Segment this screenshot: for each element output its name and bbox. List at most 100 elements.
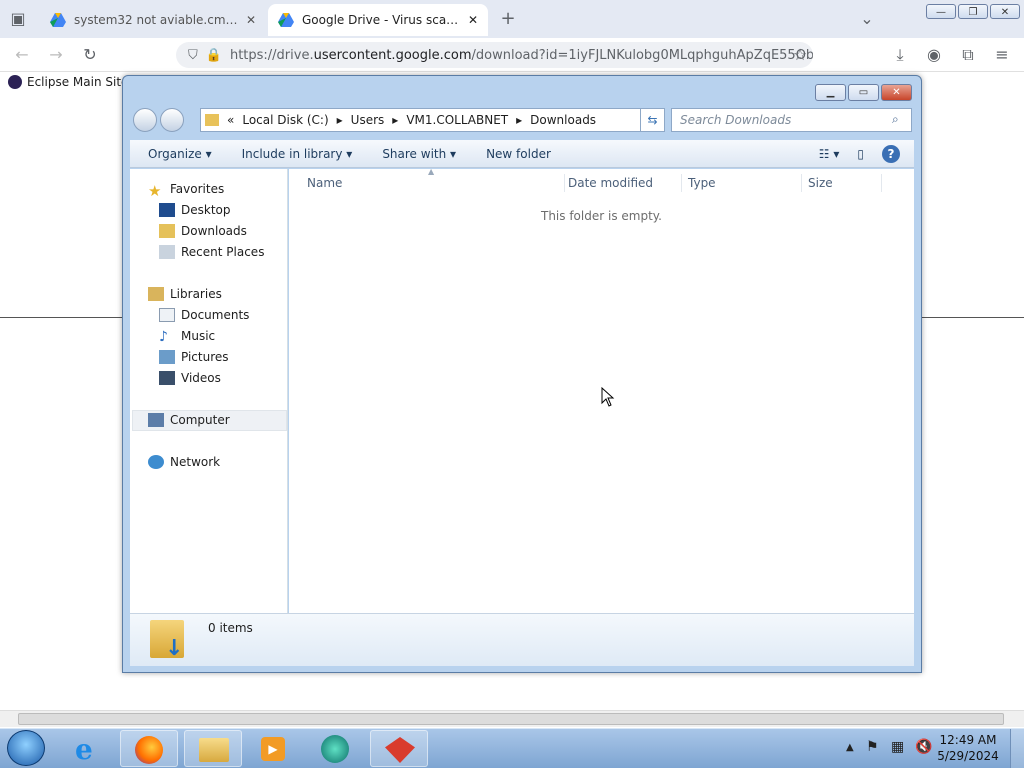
tab-google-drive[interactable]: Google Drive - Virus scan warni ✕ <box>268 4 488 36</box>
computer-icon <box>148 413 164 427</box>
restore-button[interactable]: ❐ <box>958 4 988 19</box>
system-clock[interactable]: 12:49 AM 5/29/2024 <box>936 732 1000 764</box>
explorer-minimize-button[interactable]: ▁ <box>815 84 846 101</box>
forward-arrow-icon[interactable]: → <box>46 45 66 65</box>
volume-muted-icon[interactable]: 🔇 <box>915 739 932 755</box>
google-drive-icon <box>50 13 66 27</box>
folder-icon <box>205 114 219 126</box>
downloads-folder-icon <box>159 224 175 238</box>
explorer-close-button[interactable]: ✕ <box>881 84 912 101</box>
star-icon: ★ <box>148 182 162 200</box>
nav-pictures[interactable]: Pictures <box>159 347 229 367</box>
breadcrumb-arrow-icon[interactable]: ▸ <box>516 113 522 127</box>
explorer-address-bar[interactable]: « Local Disk (C:) ▸ Users ▸ VM1.COLLABNET ▸… <box>200 108 665 132</box>
network-tray-icon[interactable]: ▦ <box>891 739 904 755</box>
sort-arrow-icon: ▲ <box>428 167 435 176</box>
nav-desktop[interactable]: Desktop <box>159 200 231 220</box>
url-host: usercontent.google.com <box>313 47 472 63</box>
nav-recent-places[interactable]: Recent Places <box>159 242 264 262</box>
item-count: 0 items <box>208 621 253 635</box>
start-button[interactable] <box>7 730 45 766</box>
documents-icon <box>159 308 175 322</box>
bookmark-label: Eclipse Main Site <box>27 75 129 89</box>
explorer-folder-icon <box>199 738 229 762</box>
nav-videos[interactable]: Videos <box>159 368 221 388</box>
search-icon[interactable]: ⌕ <box>892 112 899 127</box>
breadcrumb-user[interactable]: VM1.COLLABNET <box>406 113 508 127</box>
lock-icon: 🔒 <box>205 47 222 63</box>
breadcrumb-local-disk[interactable]: Local Disk (C:) <box>242 113 328 127</box>
nav-network[interactable]: Network <box>148 452 220 472</box>
nav-downloads[interactable]: Downloads <box>159 221 247 241</box>
teal-app-icon <box>321 735 349 763</box>
explorer-maximize-button[interactable]: ▭ <box>848 84 879 101</box>
action-center-flag-icon[interactable]: ⚑ <box>866 739 879 755</box>
tab-system32[interactable]: system32 not aviable.cmd - Go ✕ <box>40 4 266 36</box>
taskbar-app-red[interactable] <box>370 730 428 767</box>
close-tab-icon[interactable]: ✕ <box>246 13 256 27</box>
command-bar: Organize ▾ Include in library ▾ Share wi… <box>130 140 914 168</box>
nav-computer[interactable]: Computer <box>148 410 230 430</box>
new-tab-icon[interactable]: + <box>498 9 518 29</box>
taskbar-app-teal[interactable] <box>307 730 365 767</box>
tab-list-icon[interactable]: ▣ <box>8 9 28 29</box>
tab-title: Google Drive - Virus scan warni <box>302 13 460 27</box>
eclipse-icon <box>8 75 22 89</box>
preview-pane-icon[interactable]: ▯ <box>857 147 882 161</box>
help-icon[interactable]: ? <box>882 144 900 163</box>
show-hidden-icons-icon[interactable]: ▲ <box>846 742 854 753</box>
shield-icon[interactable]: ⛉ <box>188 48 198 63</box>
desktop-icon <box>159 203 175 217</box>
breadcrumb-arrow-icon[interactable]: ▸ <box>337 113 343 127</box>
scrollbar-thumb[interactable] <box>18 713 1004 725</box>
download-arrow-icon: ↓ <box>165 636 184 661</box>
organize-button[interactable]: Organize ▾ <box>130 147 227 161</box>
column-header-name[interactable]: Name <box>301 174 565 192</box>
search-input[interactable]: Search Downloads <box>671 108 912 132</box>
taskbar-firefox[interactable] <box>120 730 178 767</box>
chevron-left-icon: « <box>227 113 235 127</box>
account-icon[interactable]: ◉ <box>924 45 944 65</box>
nav-music[interactable]: ♪ Music <box>159 326 215 346</box>
bookmark-eclipse[interactable]: Eclipse Main Site <box>8 75 128 89</box>
show-desktop-button[interactable] <box>1010 729 1024 768</box>
chevron-down-icon[interactable]: ⌄ <box>858 9 876 29</box>
column-header-size[interactable]: Size <box>802 174 882 192</box>
url-path: /download?id=1iyFJLNKulobg0MLqphguhApZqE… <box>471 47 814 63</box>
empty-folder-message: This folder is empty. <box>541 209 662 223</box>
back-button[interactable] <box>133 108 157 132</box>
taskbar-media-player[interactable]: ▶ <box>245 730 303 767</box>
nav-favorites[interactable]: ★ Favorites <box>148 179 224 200</box>
extensions-icon[interactable]: ⧉ <box>958 45 978 65</box>
clock-date: 5/29/2024 <box>937 749 999 763</box>
reload-icon[interactable]: ↻ <box>80 45 100 65</box>
column-header-date[interactable]: Date modified <box>562 174 682 192</box>
minimize-button[interactable]: — <box>926 4 956 19</box>
views-button[interactable]: ☷ ▾ <box>819 147 858 161</box>
new-folder-button[interactable]: New folder <box>471 147 566 161</box>
share-with-button[interactable]: Share with ▾ <box>367 147 471 161</box>
taskbar-internet-explorer[interactable]: e <box>62 730 120 767</box>
breadcrumb-arrow-icon[interactable]: ▸ <box>392 113 398 127</box>
include-in-library-button[interactable]: Include in library ▾ <box>227 147 368 161</box>
url-prefix: https://drive. <box>229 47 314 63</box>
column-header-type[interactable]: Type <box>682 174 802 192</box>
close-button[interactable]: ✕ <box>990 4 1020 19</box>
close-tab-icon[interactable]: ✕ <box>468 13 478 27</box>
breadcrumb-users[interactable]: Users <box>351 113 385 127</box>
download-icon[interactable]: ⤓ <box>890 45 910 65</box>
bookmark-star-icon[interactable]: ☆ <box>790 45 810 65</box>
taskbar-explorer[interactable] <box>184 730 242 767</box>
videos-icon <box>159 371 175 385</box>
internet-explorer-icon: e <box>75 733 93 766</box>
clock-time: 12:49 AM <box>939 733 997 747</box>
nav-documents[interactable]: Documents <box>159 305 249 325</box>
address-bar[interactable]: ⛉ 🔒 https://drive.usercontent.google.com… <box>176 42 813 68</box>
menu-icon[interactable]: ≡ <box>992 45 1012 65</box>
breadcrumb-downloads[interactable]: Downloads <box>530 113 596 127</box>
pictures-icon <box>159 350 175 364</box>
back-arrow-icon[interactable]: ← <box>12 45 32 65</box>
nav-libraries[interactable]: Libraries <box>148 284 222 304</box>
refresh-icon[interactable]: ⇆ <box>640 108 665 132</box>
forward-button[interactable] <box>160 108 184 132</box>
